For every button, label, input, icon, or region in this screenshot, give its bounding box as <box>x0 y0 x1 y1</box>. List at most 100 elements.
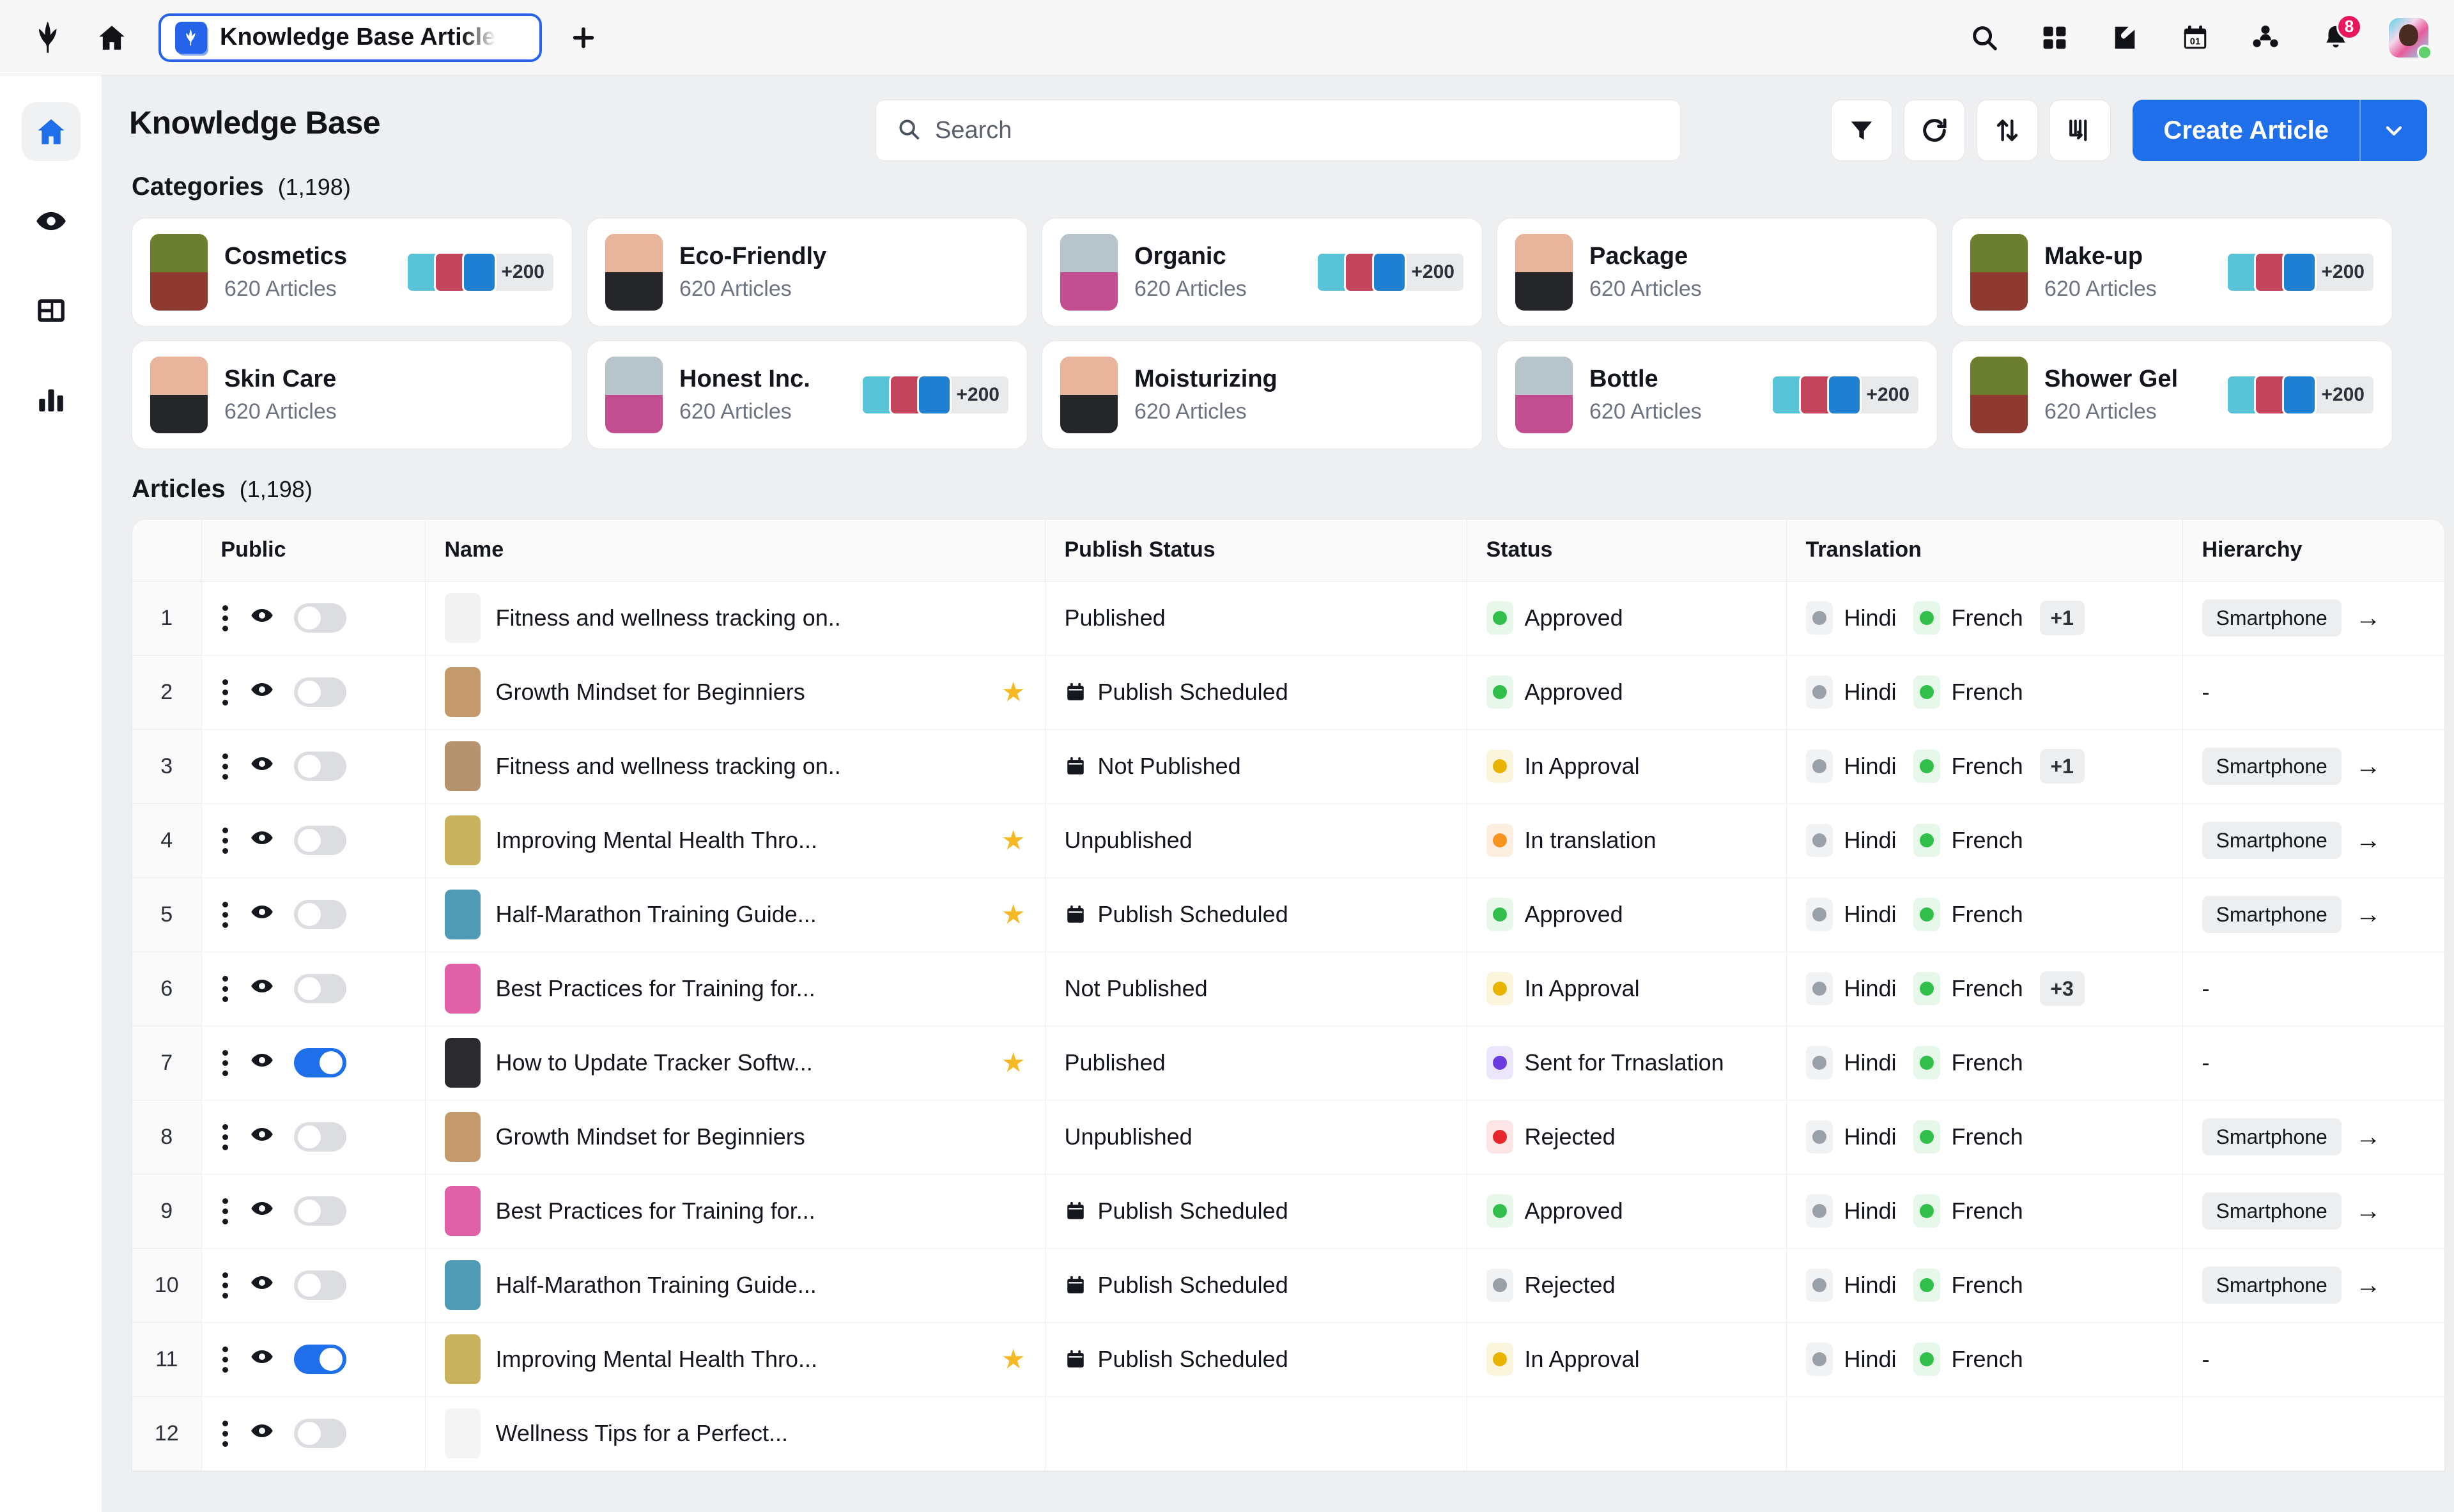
article-name[interactable]: Best Practices for Training for... <box>496 1198 815 1224</box>
eye-icon[interactable] <box>249 1122 275 1153</box>
article-name[interactable]: Growth Mindset for Beginniers <box>496 1123 805 1150</box>
article-name[interactable]: Improving Mental Health Thro... <box>496 1346 818 1373</box>
table-row[interactable]: 12 Wellness Tips for a Perfect... <box>132 1396 2445 1470</box>
category-card[interactable]: Honest Inc. 620 Articles +200 <box>587 341 1028 449</box>
category-card[interactable]: Bottle 620 Articles +200 <box>1497 341 1938 449</box>
public-toggle[interactable] <box>294 1270 346 1300</box>
category-card[interactable]: Shower Gel 620 Articles +200 <box>1952 341 2393 449</box>
table-row[interactable]: 10 Half-Marathon Training Guide... Publi… <box>132 1248 2445 1322</box>
table-row[interactable]: 2 Growth Mindset for Beginniers ★ Publis… <box>132 655 2445 729</box>
eye-icon[interactable] <box>249 1270 275 1301</box>
table-row[interactable]: 11 Improving Mental Health Thro... ★ Pub… <box>132 1322 2445 1396</box>
favorite-star-icon[interactable]: ★ <box>1001 827 1026 854</box>
row-menu-icon[interactable] <box>221 605 230 631</box>
eye-icon[interactable] <box>249 1418 275 1449</box>
arrow-right-icon[interactable]: → <box>2356 753 2381 779</box>
eye-icon[interactable] <box>249 825 275 856</box>
category-card[interactable]: Moisturizing 620 Articles <box>1042 341 1483 449</box>
article-name[interactable]: Fitness and wellness tracking on.. <box>496 605 841 631</box>
member-avatar-stack[interactable]: +200 <box>861 374 1010 415</box>
eye-icon[interactable] <box>249 751 275 782</box>
eye-icon[interactable] <box>249 899 275 930</box>
category-card[interactable]: Package 620 Articles <box>1497 218 1938 327</box>
favorite-star-icon[interactable]: ★ <box>1001 679 1026 706</box>
article-name[interactable]: Growth Mindset for Beginniers <box>496 679 805 706</box>
public-toggle[interactable] <box>294 974 346 1003</box>
favorite-star-icon[interactable]: ★ <box>1001 901 1026 928</box>
public-toggle[interactable] <box>294 677 346 707</box>
refresh-button[interactable] <box>1904 100 1965 161</box>
table-row[interactable]: 5 Half-Marathon Training Guide... ★ Publ… <box>132 877 2445 952</box>
translation-overflow-badge[interactable]: +1 <box>2040 601 2085 635</box>
browser-home-button[interactable] <box>93 19 130 56</box>
row-menu-icon[interactable] <box>221 902 230 928</box>
category-card[interactable]: Eco-Friendly 620 Articles <box>587 218 1028 327</box>
public-toggle[interactable] <box>294 1345 346 1374</box>
public-toggle[interactable] <box>294 1048 346 1077</box>
favorite-star-icon[interactable]: ★ <box>1001 1049 1026 1076</box>
row-menu-icon[interactable] <box>221 753 230 780</box>
translation-overflow-badge[interactable]: +3 <box>2040 971 2085 1006</box>
create-article-button[interactable]: Create Article <box>2133 100 2427 161</box>
column-header-public[interactable]: Public <box>201 520 425 581</box>
eye-icon[interactable] <box>249 1047 275 1079</box>
table-row[interactable]: 9 Best Practices for Training for... Pub… <box>132 1174 2445 1248</box>
filter-button[interactable] <box>1831 100 1892 161</box>
row-menu-icon[interactable] <box>221 1198 230 1224</box>
article-name[interactable]: Improving Mental Health Thro... <box>496 827 818 854</box>
arrow-right-icon[interactable]: → <box>2356 828 2381 853</box>
table-row[interactable]: 3 Fitness and wellness tracking on.. Not… <box>132 729 2445 803</box>
compose-note-icon[interactable] <box>2108 20 2142 55</box>
eye-icon[interactable] <box>249 603 275 634</box>
search-bar[interactable] <box>876 100 1681 161</box>
article-name[interactable]: How to Update Tracker Softw... <box>496 1049 813 1076</box>
column-header-index[interactable] <box>132 520 201 581</box>
apps-grid-icon[interactable] <box>2037 20 2072 55</box>
member-avatar-stack[interactable]: +200 <box>2226 252 2375 293</box>
arrow-right-icon[interactable]: → <box>2356 1198 2381 1224</box>
row-menu-icon[interactable] <box>221 1272 230 1299</box>
arrow-right-icon[interactable]: → <box>2356 902 2381 927</box>
favorite-star-icon[interactable]: ★ <box>1001 1346 1026 1373</box>
eye-icon[interactable] <box>249 1196 275 1227</box>
hierarchy-pill[interactable]: Smartphone <box>2202 896 2342 933</box>
article-name[interactable]: Best Practices for Training for... <box>496 975 815 1002</box>
public-toggle[interactable] <box>294 900 346 929</box>
hierarchy-pill[interactable]: Smartphone <box>2202 822 2342 859</box>
column-header-hierarchy[interactable]: Hierarchy <box>2182 520 2445 581</box>
category-card[interactable]: Cosmetics 620 Articles +200 <box>132 218 573 327</box>
arrow-right-icon[interactable]: → <box>2356 605 2381 631</box>
member-avatar-stack[interactable]: +200 <box>1316 252 1465 293</box>
eye-icon[interactable] <box>249 973 275 1005</box>
hierarchy-pill[interactable]: Smartphone <box>2202 748 2342 785</box>
table-row[interactable]: 4 Improving Mental Health Thro... ★ Unpu… <box>132 803 2445 877</box>
sidebar-item-analytics[interactable] <box>22 371 81 429</box>
row-menu-icon[interactable] <box>221 1421 230 1447</box>
category-card[interactable]: Skin Care 620 Articles <box>132 341 573 449</box>
browser-tab-knowledge-base-article[interactable]: Knowledge Base Article <box>158 13 542 62</box>
arrow-right-icon[interactable]: → <box>2356 1124 2381 1150</box>
column-header-publish-status[interactable]: Publish Status <box>1045 520 1467 581</box>
row-menu-icon[interactable] <box>221 976 230 1002</box>
column-header-translation[interactable]: Translation <box>1786 520 2182 581</box>
table-row[interactable]: 7 How to Update Tracker Softw... ★ Publi… <box>132 1026 2445 1100</box>
category-card[interactable]: Make-up 620 Articles +200 <box>1952 218 2393 327</box>
row-menu-icon[interactable] <box>221 828 230 854</box>
sidebar-item-home[interactable] <box>22 102 81 161</box>
search-input[interactable] <box>935 117 1660 144</box>
article-name[interactable]: Fitness and wellness tracking on.. <box>496 753 841 780</box>
article-name[interactable]: Wellness Tips for a Perfect... <box>496 1420 789 1447</box>
column-header-status[interactable]: Status <box>1467 520 1786 581</box>
user-avatar[interactable] <box>2389 18 2428 58</box>
eye-icon[interactable] <box>249 1344 275 1375</box>
sort-button[interactable] <box>1977 100 2038 161</box>
column-header-name[interactable]: Name <box>425 520 1045 581</box>
chevron-down-icon[interactable] <box>2361 100 2427 161</box>
member-avatar-stack[interactable]: +200 <box>1771 374 1920 415</box>
translation-overflow-badge[interactable]: +1 <box>2040 749 2085 783</box>
member-avatar-stack[interactable]: +200 <box>406 252 555 293</box>
article-name[interactable]: Half-Marathon Training Guide... <box>496 901 817 928</box>
row-menu-icon[interactable] <box>221 1050 230 1076</box>
public-toggle[interactable] <box>294 1419 346 1448</box>
notifications-bell-icon[interactable]: 8 <box>2319 20 2353 55</box>
